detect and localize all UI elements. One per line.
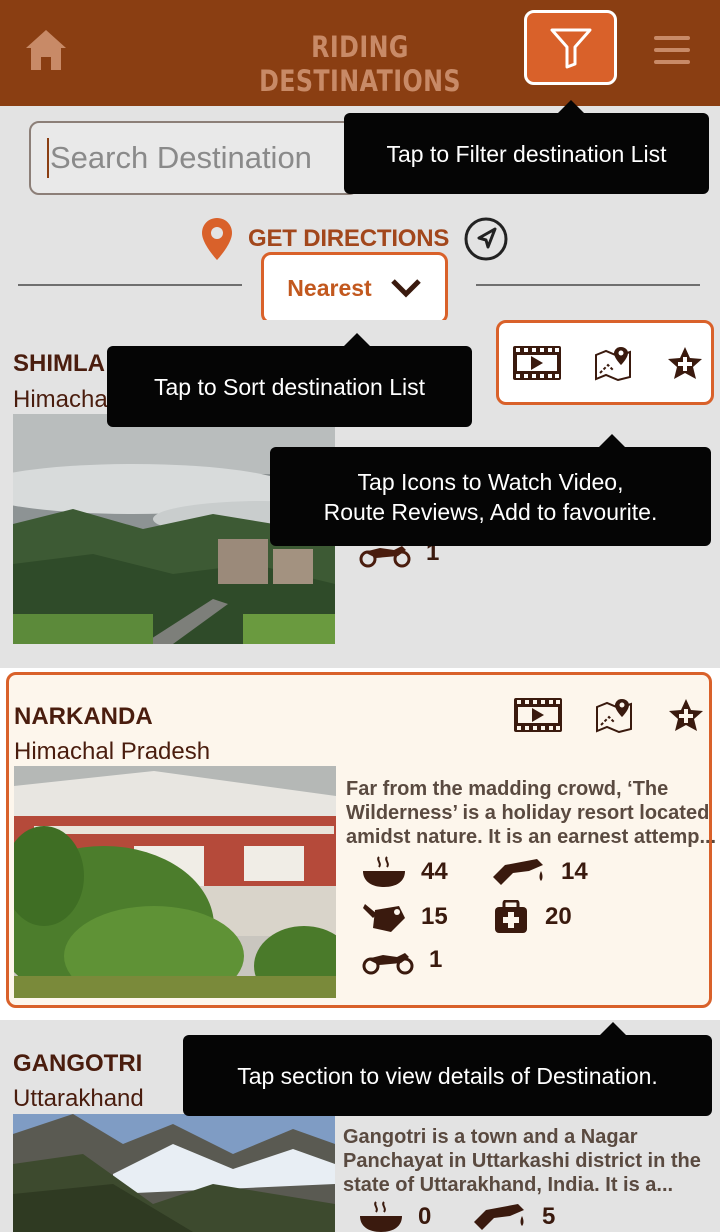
fuel-nozzle-icon [474,1204,524,1230]
destination-state: Uttarakhand [13,1085,144,1112]
route-map-icon[interactable] [594,345,632,381]
food-bowl-icon [360,1201,402,1232]
destination-name: SHIMLA [13,350,105,377]
fuel-stat: 14 [491,855,588,889]
motorcycle-icon [362,953,414,975]
location-pin-icon [202,218,232,260]
home-button[interactable] [22,26,70,74]
menu-bar [654,36,690,40]
fuel-count: 5 [542,1203,556,1230]
text-cursor [47,138,49,178]
menu-bar [654,60,690,64]
divider-left [18,284,242,286]
filter-button[interactable] [524,10,617,85]
destination-name: NARKANDA [14,703,153,730]
chevron-down-icon [390,279,421,298]
destination-name: GANGOTRI [13,1050,143,1077]
video-icon[interactable] [513,697,563,733]
divider-right [476,284,700,286]
destination-photo [14,766,336,998]
destination-description: Far from the madding crowd, ‘The Wildern… [346,778,717,848]
hamburger-menu-button[interactable] [654,36,690,66]
repair-tools-icon [363,904,405,932]
sort-label: Nearest [287,274,372,301]
icons-tooltip-line2: Route Reviews, Add to favourite. [323,498,658,525]
medical-stat: 20 [491,900,572,934]
medical-count: 20 [545,903,572,930]
sort-dropdown[interactable]: Nearest [261,252,448,324]
destination-card[interactable]: NARKANDA Himachal Pradesh Far from the m… [0,668,720,1014]
card-actions-highlight [496,320,714,405]
get-directions-label: GET DIRECTIONS [248,225,450,252]
fuel-count: 14 [561,858,588,885]
home-icon [26,30,66,70]
video-icon[interactable] [512,345,562,381]
app-screen: RIDING DESTINATIONS Search Destination G… [0,0,720,1232]
food-stat: 0 [358,1200,431,1232]
bikers-count: 1 [429,946,443,973]
sort-tooltip: Tap to Sort destination List [107,333,472,427]
menu-bar [654,48,690,52]
filter-icon [550,28,591,68]
fuel-nozzle-icon [493,859,543,885]
card-actions [513,697,705,733]
search-input[interactable]: Search Destination [29,121,359,195]
repair-count: 15 [421,903,448,930]
medical-kit-icon [495,900,527,933]
icons-tooltip: Tap Icons to Watch Video, Route Reviews,… [270,434,711,546]
fuel-stat: 5 [472,1200,555,1232]
section-tooltip: Tap section to view details of Destinati… [183,1022,712,1116]
app-header: RIDING DESTINATIONS [0,0,720,106]
icons-tooltip-line1: Tap Icons to Watch Video, [357,468,624,495]
navigation-icon[interactable] [463,216,509,262]
filter-tooltip: Tap to Filter destination List [344,100,709,194]
favourite-add-icon[interactable] [667,697,705,733]
card-actions [512,345,704,381]
destination-description: Gangotri is a town and a Nagar Panchayat… [343,1126,701,1196]
destination-photo [13,1114,335,1232]
favourite-add-icon[interactable] [666,345,704,381]
food-stat: 44 [361,855,448,889]
food-count: 0 [418,1203,432,1230]
search-placeholder: Search Destination [50,140,312,175]
route-map-icon[interactable] [595,697,633,733]
bikers-stat: 1 [361,945,442,975]
repair-stat: 15 [361,900,448,934]
food-count: 44 [421,858,448,885]
food-bowl-icon [363,856,405,887]
page-title: RIDING DESTINATIONS [259,30,461,98]
destination-state: Himachal Pradesh [14,738,211,765]
card-body: NARKANDA Himachal Pradesh Far from the m… [6,672,716,1008]
